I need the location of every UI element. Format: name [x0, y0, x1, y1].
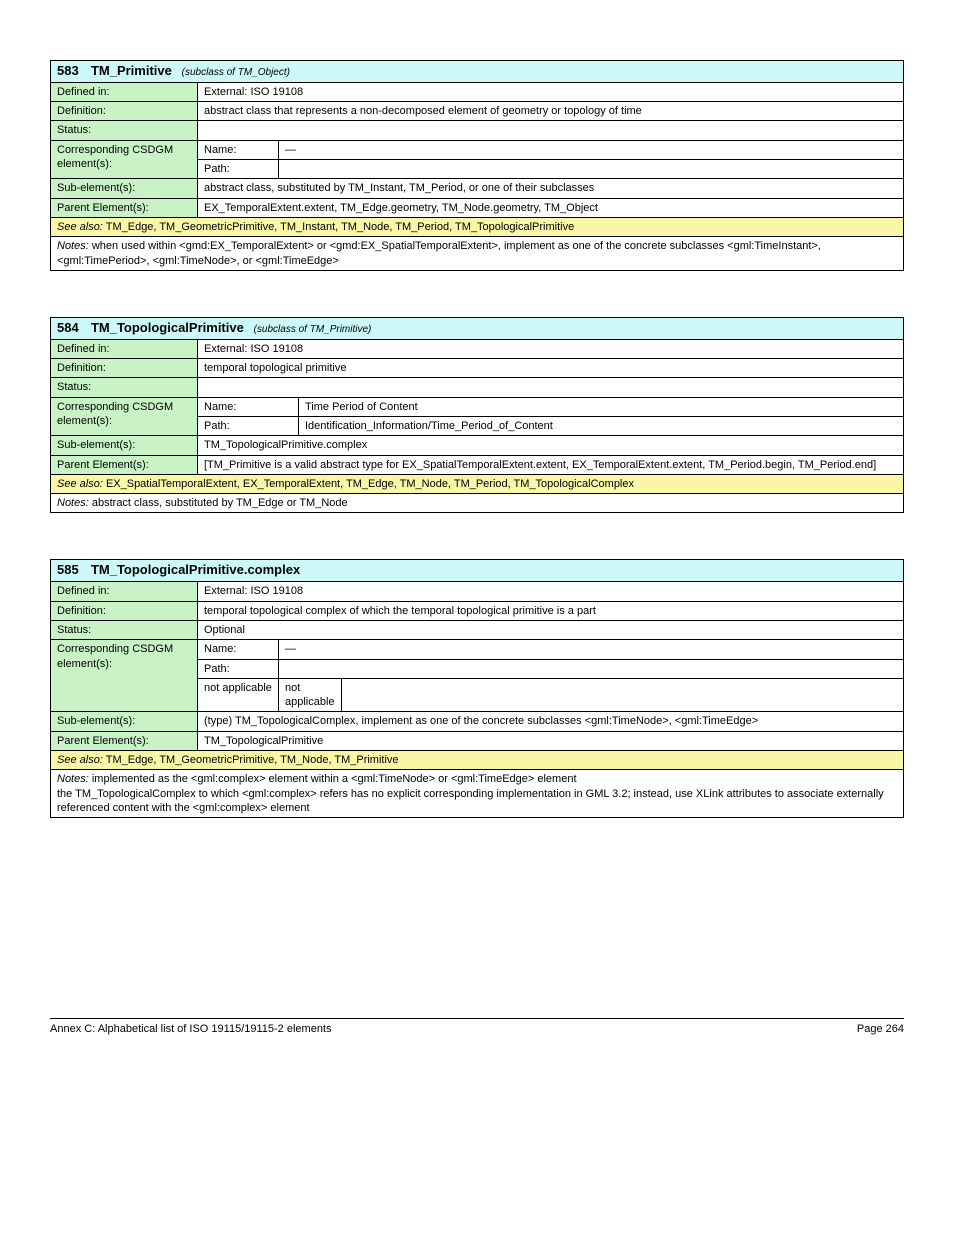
entry-secondary: (subclass of TM_Object): [182, 67, 290, 78]
value-subelements: (type) TM_TopologicalComplex, implement …: [198, 712, 904, 731]
value-csdgm-extra: [341, 678, 903, 712]
value-csdgm-name: Time Period of Content: [299, 397, 904, 416]
value-csdgm-name: —: [279, 140, 904, 159]
label-subelements: Sub-element(s):: [51, 436, 198, 455]
entry-585-table: 585 TM_TopologicalPrimitive.complex Defi…: [50, 559, 904, 818]
label-notes: Notes:: [57, 240, 89, 252]
label-notes: Notes:: [57, 773, 89, 785]
value-csdgm-name-1: not applicable: [198, 678, 279, 712]
value-csdgm-path: Identification_Information/Time_Period_o…: [299, 416, 904, 435]
label-defined-in: Defined in:: [51, 82, 198, 101]
page: 583 TM_Primitive (subclass of TM_Object)…: [0, 0, 954, 1075]
footer-left: Annex C: Alphabetical list of ISO 19115/…: [50, 1023, 332, 1035]
value-parent: [TM_Primitive is a valid abstract type f…: [198, 455, 904, 474]
label-status: Status:: [51, 121, 198, 140]
notes-cell: Notes: implemented as the <gml:complex> …: [51, 770, 904, 818]
page-footer: Annex C: Alphabetical list of ISO 19115/…: [50, 1018, 904, 1035]
sublabel-name: Name:: [198, 140, 279, 159]
sublabel-name: Name:: [198, 397, 299, 416]
sublabel-path: Path:: [198, 160, 279, 179]
value-status: [198, 378, 904, 397]
notes-cell: Notes: when used within <gmd:EX_Temporal…: [51, 237, 904, 271]
label-parent: Parent Element(s):: [51, 731, 198, 750]
label-definition: Definition:: [51, 601, 198, 620]
value-csdgm-path-1: not applicable: [279, 678, 342, 712]
label-parent: Parent Element(s):: [51, 455, 198, 474]
label-see-also: See also:: [57, 478, 103, 490]
value-defined-in: External: ISO 19108: [198, 339, 904, 358]
value-see-also: TM_Edge, TM_GeometricPrimitive, TM_Insta…: [106, 221, 574, 233]
see-also-row: See also: TM_Edge, TM_GeometricPrimitive…: [51, 217, 904, 236]
sublabel-path: Path:: [198, 659, 279, 678]
label-see-also: See also:: [57, 221, 103, 233]
value-subelements: TM_TopologicalPrimitive.complex: [198, 436, 904, 455]
value-defined-in: External: ISO 19108: [198, 582, 904, 601]
value-status: [198, 121, 904, 140]
label-definition: Definition:: [51, 359, 198, 378]
label-notes: Notes:: [57, 497, 89, 509]
label-subelements: Sub-element(s):: [51, 179, 198, 198]
entry-primary: TM_Primitive: [91, 63, 172, 78]
value-see-also: EX_SpatialTemporalExtent, EX_TemporalExt…: [106, 478, 634, 490]
footer-right: Page 264: [857, 1023, 904, 1035]
entry-header: 584 TM_TopologicalPrimitive (subclass of…: [51, 317, 904, 339]
label-defined-in: Defined in:: [51, 339, 198, 358]
label-status: Status:: [51, 378, 198, 397]
value-notes-0: implemented as the <gml:complex> element…: [92, 773, 577, 785]
value-csdgm-path: [279, 160, 904, 179]
value-definition: temporal topological complex of which th…: [198, 601, 904, 620]
entry-primary: TM_TopologicalPrimitive.complex: [91, 562, 300, 577]
sublabel-name: Name:: [198, 640, 279, 659]
sublabel-path: Path:: [198, 416, 299, 435]
see-also-row: See also: EX_SpatialTemporalExtent, EX_T…: [51, 474, 904, 493]
value-status: Optional: [198, 620, 904, 639]
entry-secondary: (subclass of TM_Primitive): [254, 324, 372, 335]
label-csdgm: Corresponding CSDGM element(s):: [51, 140, 198, 179]
label-see-also: See also:: [57, 754, 103, 766]
entry-584-table: 584 TM_TopologicalPrimitive (subclass of…: [50, 317, 904, 514]
value-defined-in: External: ISO 19108: [198, 82, 904, 101]
entry-primary: TM_TopologicalPrimitive: [91, 320, 244, 335]
see-also-row: See also: TM_Edge, TM_GeometricPrimitive…: [51, 750, 904, 769]
value-csdgm-name-0: —: [279, 640, 904, 659]
value-parent: TM_TopologicalPrimitive: [198, 731, 904, 750]
label-definition: Definition:: [51, 102, 198, 121]
value-definition: temporal topological primitive: [198, 359, 904, 378]
value-subelements: abstract class, substituted by TM_Instan…: [198, 179, 904, 198]
label-status: Status:: [51, 620, 198, 639]
entry-583-table: 583 TM_Primitive (subclass of TM_Object)…: [50, 60, 904, 271]
label-defined-in: Defined in:: [51, 582, 198, 601]
entry-header: 585 TM_TopologicalPrimitive.complex: [51, 560, 904, 582]
value-notes-0: when used within <gmd:EX_TemporalExtent>…: [57, 240, 821, 266]
value-notes-0: abstract class, substituted by TM_Edge o…: [92, 497, 348, 509]
value-definition: abstract class that represents a non-dec…: [198, 102, 904, 121]
label-csdgm: Corresponding CSDGM element(s):: [51, 397, 198, 436]
entry-serial: 584: [57, 320, 79, 335]
entry-serial: 585: [57, 562, 79, 577]
notes-cell: Notes: abstract class, substituted by TM…: [51, 494, 904, 513]
value-parent: EX_TemporalExtent.extent, TM_Edge.geomet…: [198, 198, 904, 217]
label-subelements: Sub-element(s):: [51, 712, 198, 731]
value-notes-1: the TM_TopologicalComplex to which <gml:…: [57, 788, 884, 814]
value-csdgm-path-0: [279, 659, 904, 678]
label-parent: Parent Element(s):: [51, 198, 198, 217]
label-csdgm: Corresponding CSDGM element(s):: [51, 640, 198, 712]
value-see-also: TM_Edge, TM_GeometricPrimitive, TM_Node,…: [106, 754, 399, 766]
entry-serial: 583: [57, 63, 79, 78]
entry-header: 583 TM_Primitive (subclass of TM_Object): [51, 61, 904, 83]
